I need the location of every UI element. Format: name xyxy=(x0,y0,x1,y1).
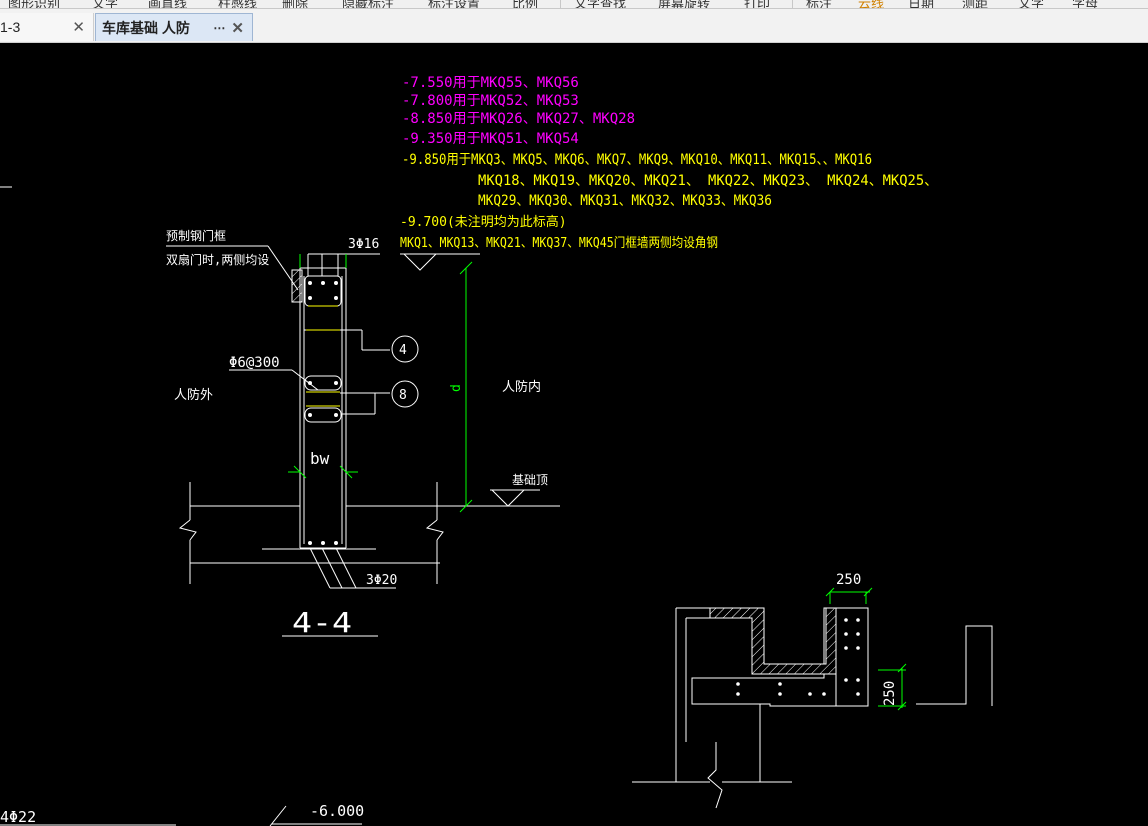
section-labels: 预制钢门框 双扇门时,两侧均设 3Φ16 Φ6@300 人防外 人防内 bw 基… xyxy=(166,228,548,639)
menu-bar: 图形识别 文字 画直线 柱感线 删除 隐藏标注 标注设置 比例 文字查找 屏幕旋… xyxy=(0,0,1148,9)
note-line: -9.850用于MKQ3、MKQ5、MKQ6、MKQ7、MKQ9、MKQ10、M… xyxy=(402,152,872,168)
section-4-4-detail xyxy=(166,245,560,637)
yellow-ties xyxy=(306,305,340,407)
wall-thickness-label: bw xyxy=(310,449,330,468)
tab-label: 车库基础 人防 xyxy=(102,19,190,36)
menu-item[interactable]: 文字 xyxy=(92,0,118,8)
top-rebar-label: 3Φ16 xyxy=(348,237,379,252)
menu-item[interactable]: 屏幕旋转 xyxy=(658,0,710,8)
inside-label: 人防内 xyxy=(502,379,541,395)
more-icon[interactable]: ⋯ xyxy=(213,21,225,35)
note-line: -7.800用于MKQ52、MKQ53 xyxy=(402,93,579,109)
rebar-dots xyxy=(308,281,338,545)
bottom-partial-lines xyxy=(0,805,362,826)
stirrup-label: Φ6@300 xyxy=(229,355,280,371)
circle-label-8: 8 xyxy=(399,388,407,403)
close-icon[interactable]: ✕ xyxy=(72,18,85,36)
tab-garage-foundation[interactable]: 车库基础 人防 ⋯ ✕ xyxy=(95,13,253,41)
menu-item[interactable]: 日期 xyxy=(908,0,934,8)
note-line: -8.850用于MKQ26、MKQ27、MKQ28 xyxy=(402,111,635,127)
bottom-elevation: -6.000 xyxy=(310,802,364,820)
dim-250-top: 250 xyxy=(836,572,861,588)
note-line: MKQ29、MKQ30、MKQ31、MKQ32、MKQ33、MKQ36 xyxy=(478,193,772,209)
precast-frame-note: 双扇门时,两侧均设 xyxy=(166,252,269,267)
note-line: MKQ1、MKQ13、MKQ21、MKQ37、MKQ45门框墙两侧均设角钢 xyxy=(400,236,718,251)
outside-label: 人防外 xyxy=(174,387,213,403)
note-line: MKQ18、MKQ19、MKQ20、MKQ21、 MKQ22、MKQ23、 MK… xyxy=(478,173,938,189)
menu-item[interactable]: 文字 xyxy=(1018,0,1044,8)
menu-item[interactable]: 标注 xyxy=(806,0,832,8)
close-icon[interactable]: ✕ xyxy=(231,19,244,37)
menu-item[interactable]: 比例 xyxy=(512,0,538,8)
menu-item[interactable]: 测距 xyxy=(962,0,988,8)
menu-item[interactable]: 文字查找 xyxy=(574,0,626,8)
detail-dim-labels: 250 xyxy=(836,572,861,588)
precast-frame-label: 预制钢门框 xyxy=(166,228,226,243)
door-frame-detail xyxy=(632,607,993,809)
menu-item[interactable]: 隐藏标注 xyxy=(342,0,394,8)
menu-item[interactable]: 柱感线 xyxy=(218,0,257,8)
green-dimensions xyxy=(288,254,473,513)
elevation-notes-magenta: -7.550用于MKQ55、MKQ56 -7.800用于MKQ52、MKQ53 … xyxy=(402,75,635,147)
note-line: -7.550用于MKQ55、MKQ56 xyxy=(402,75,579,91)
menu-item[interactable]: 图形识别 xyxy=(8,0,60,8)
document-tab-bar: 1-3 ✕ 车库基础 人防 ⋯ ✕ xyxy=(0,9,1148,43)
circle-label-4: 4 xyxy=(399,343,407,358)
cad-drawing-canvas[interactable]: -7.550用于MKQ55、MKQ56 -7.800用于MKQ52、MKQ53 … xyxy=(0,42,1148,826)
tab-1-3[interactable]: 1-3 ✕ xyxy=(0,13,94,41)
section-title: 4-4 xyxy=(292,606,352,639)
menu-item[interactable]: 字母 xyxy=(1072,0,1098,8)
menu-item[interactable]: 打印 xyxy=(744,0,770,8)
depth-label: d xyxy=(449,384,464,392)
menu-item[interactable]: 云线 xyxy=(858,0,884,8)
foundation-top-label: 基础顶 xyxy=(512,473,548,487)
note-line: -9.350用于MKQ51、MKQ54 xyxy=(402,131,579,147)
bottom-rebar-label: 3Φ20 xyxy=(366,573,397,588)
menu-item[interactable]: 标注设置 xyxy=(428,0,480,8)
menu-item[interactable]: 删除 xyxy=(282,0,308,8)
menu-item[interactable]: 画直线 xyxy=(148,0,187,8)
elevation-notes-yellow: -9.850用于MKQ3、MKQ5、MKQ6、MKQ7、MKQ9、MKQ10、M… xyxy=(400,152,938,251)
bottom-partial-labels: 4Φ22 -6.000 xyxy=(0,802,364,826)
bottom-rebar-partial: 4Φ22 xyxy=(0,808,36,826)
tab-label: 1-3 xyxy=(0,19,21,35)
dim-250-side: 250 xyxy=(882,681,898,706)
note-line: -9.700(未注明均为此标高) xyxy=(400,214,567,230)
